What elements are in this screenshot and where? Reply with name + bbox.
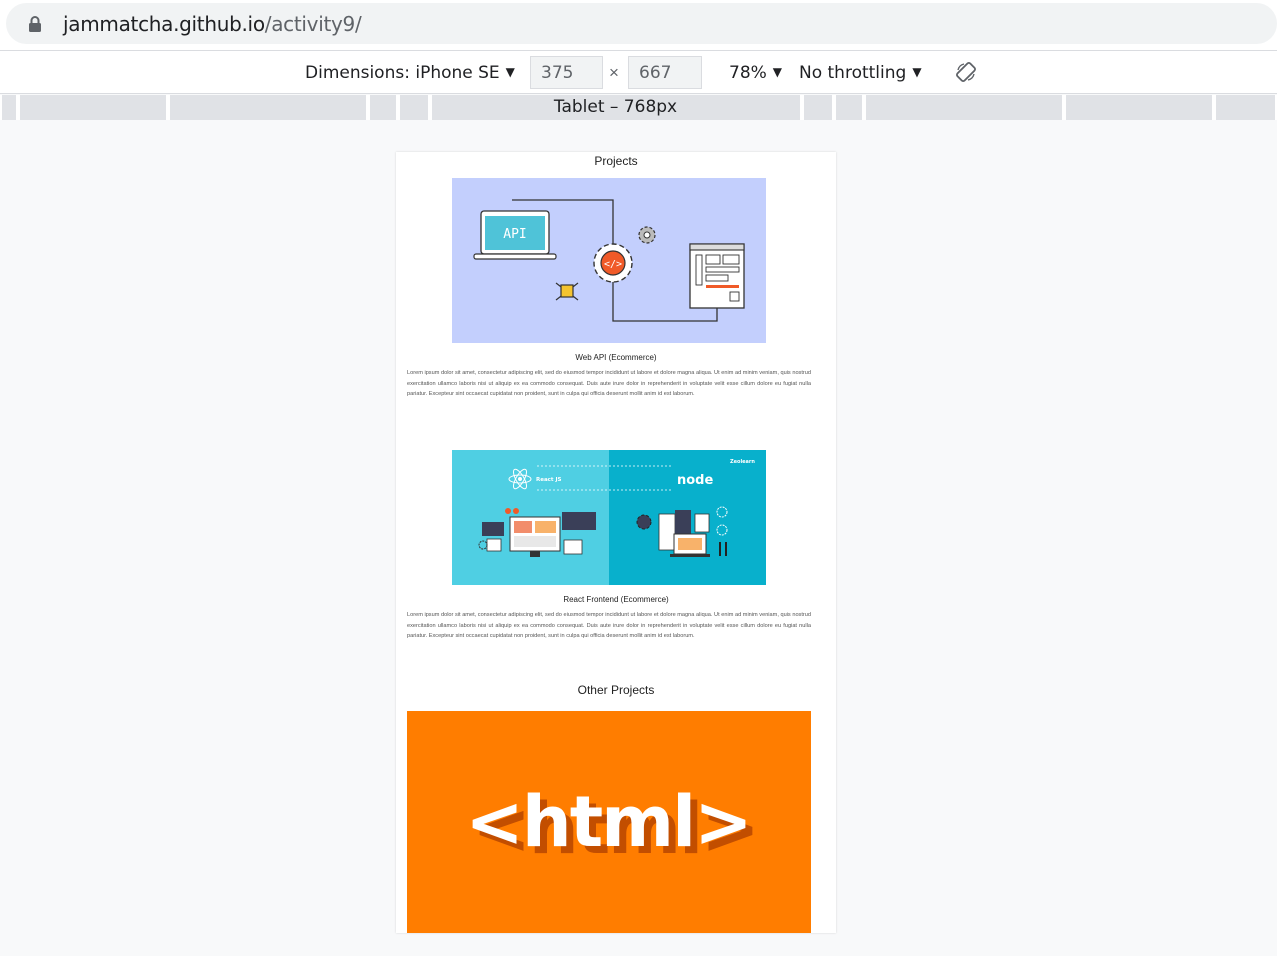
media-query-bar: Tablet – 768px <box>0 95 1277 120</box>
url-text[interactable]: jammatcha.github.io/activity9/ <box>63 12 362 36</box>
media-query-label: Tablet – 768px <box>553 97 678 117</box>
chip-icon <box>555 282 579 301</box>
api-image-text: API <box>503 227 526 242</box>
project-title-react-frontend: React Frontend (Ecommerce) <box>563 595 669 604</box>
times-symbol: × <box>609 63 619 82</box>
other-projects-heading: Other Projects <box>577 683 655 697</box>
project-title-web-api: Web API (Ecommerce) <box>575 353 657 362</box>
html-logo: <html> <html> <box>465 781 760 870</box>
projects-heading: Projects <box>594 154 638 168</box>
zoom-dropdown[interactable]: 78% ▼ <box>729 63 782 83</box>
browser-toolbar: jammatcha.github.io/activity9/ <box>0 0 1277 50</box>
project-description: Lorem ipsum dolor sit amet, consectetur … <box>407 612 811 639</box>
rotate-icon[interactable] <box>955 61 977 83</box>
zoom-label: 78% <box>729 63 767 83</box>
emulated-viewport: Projects API </> Web API (Ecommerce) Lor… <box>396 152 836 933</box>
throttling-label: No throttling <box>799 63 907 83</box>
address-bar[interactable]: jammatcha.github.io/activity9/ <box>6 3 1277 44</box>
project-description: Lorem ipsum dolor sit amet, consectetur … <box>407 370 811 397</box>
width-input[interactable]: 375 <box>530 56 603 89</box>
node-text: node <box>677 473 713 488</box>
html-banner-image: <html> <html> <box>407 711 811 933</box>
url-host: jammatcha.github.io <box>63 12 265 36</box>
url-path: /activity9/ <box>264 12 362 36</box>
caret-down-icon: ▼ <box>912 65 922 79</box>
dimensions-dropdown[interactable]: Dimensions: iPhone SE ▼ <box>305 63 515 83</box>
window-icon <box>689 243 745 309</box>
throttling-dropdown[interactable]: No throttling ▼ <box>799 63 922 83</box>
react-frontend-image: React JS node Zeolearn <box>452 450 766 585</box>
laptop-icon: API <box>473 210 557 260</box>
svg-text:</>: </> <box>604 259 622 270</box>
height-input[interactable]: 667 <box>628 56 702 89</box>
react-js-text: React JS <box>536 477 562 483</box>
caret-down-icon: ▼ <box>505 65 515 79</box>
lock-icon[interactable] <box>27 15 43 33</box>
zeolearn-text: Zeolearn <box>730 459 755 465</box>
api-illustration: API </> <box>473 199 745 322</box>
dimensions-label: Dimensions: iPhone SE <box>305 63 500 83</box>
react-node-illustration: React JS node Zeolearn <box>452 450 766 585</box>
gear-icon: </> <box>593 243 633 283</box>
small-gear-icon <box>638 226 656 244</box>
web-api-image: API </> <box>452 178 766 343</box>
html-banner-text: <html> <box>465 781 751 863</box>
device-toolbar: Dimensions: iPhone SE ▼ 375 × 667 78% ▼ No… <box>0 50 1277 94</box>
caret-down-icon: ▼ <box>772 65 783 79</box>
